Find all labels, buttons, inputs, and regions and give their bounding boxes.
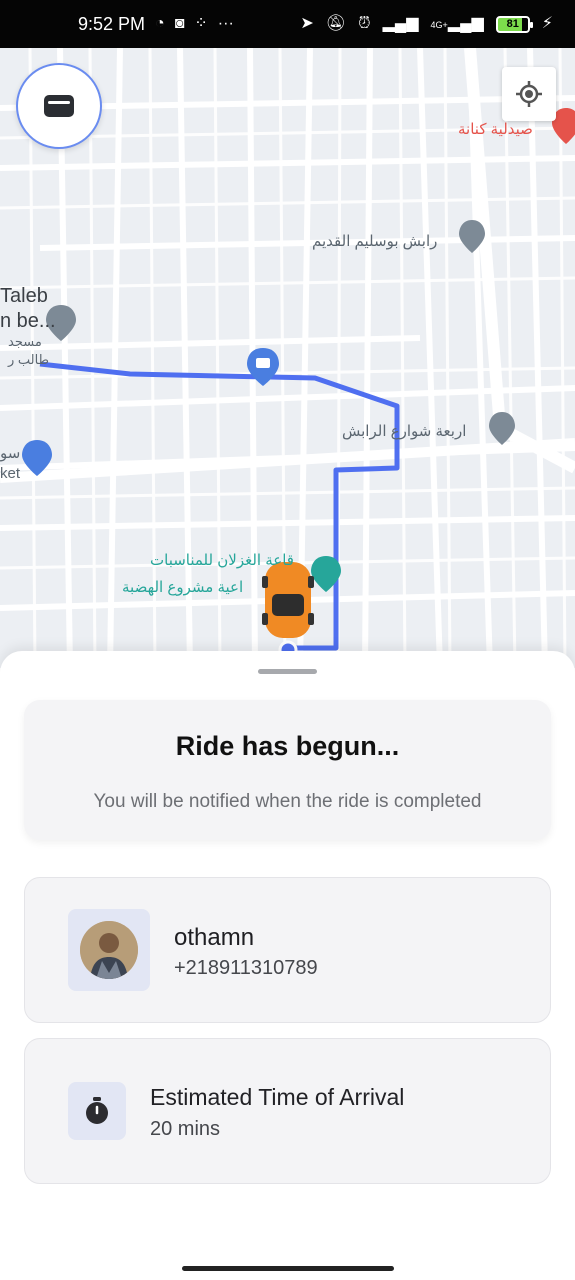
ride-status-card: Ride has begun... You will be notified w…	[24, 700, 551, 840]
driver-phone[interactable]: +218911310789	[174, 957, 318, 980]
map-label-mosque-2[interactable]: طالب ر	[8, 352, 49, 368]
map-label-hadaba[interactable]: اعية مشروع الهضبة	[122, 578, 243, 596]
driver-photo	[80, 921, 138, 979]
stopwatch-icon-container	[68, 1082, 126, 1140]
eta-label: Estimated Time of Arrival	[150, 1084, 405, 1110]
status-bar: 9:52 PM ◔ ◙ ⁘ ··· ➤ 🔕︎ ⏰︎ ▂▄▆ 4G+▂▄▆ 81 …	[0, 0, 575, 48]
map-label-pharmacy[interactable]: صيدلية كنانة	[458, 120, 533, 138]
status-right-group: ➤ 🔕︎ ⏰︎ ▂▄▆ 4G+▂▄▆ 81 ⚡	[300, 15, 553, 33]
eta-value: 20 mins	[150, 1118, 221, 1140]
status-time: 9:52 PM	[78, 13, 146, 34]
map-label-rabash-old[interactable]: رابش بوسليم القديم	[312, 232, 437, 250]
signal-icon: ▂▄▆	[382, 15, 419, 32]
sheet-drag-handle[interactable]	[258, 669, 317, 674]
gesture-navigation-bar[interactable]	[182, 1266, 394, 1271]
game-controller-icon: ◙	[174, 15, 185, 32]
map-label-four-streets[interactable]: اربعة شوارع الرابش	[342, 422, 466, 440]
navigation-icon: ➤	[300, 15, 314, 32]
whatsapp-icon: ◔	[155, 15, 165, 32]
map-canvas	[0, 48, 575, 668]
map-label-supermarket-1[interactable]: سو	[0, 444, 20, 462]
map-label-taleb-1[interactable]: Taleb	[0, 285, 48, 308]
more-icon: ···	[217, 15, 234, 32]
driver-avatar	[80, 921, 138, 979]
wallet-icon	[44, 95, 74, 117]
stopwatch-icon	[86, 1097, 108, 1124]
driver-card[interactable]: othamn +218911310789	[24, 877, 551, 1023]
wallet-button[interactable]	[16, 63, 102, 149]
alarm-icon: ⏰︎	[358, 15, 371, 32]
settings-dots-icon: ⁘	[194, 15, 208, 32]
status-left-group: 9:52 PM ◔ ◙ ⁘ ···	[78, 14, 234, 35]
network-label: 4G+	[430, 20, 448, 30]
map-label-taleb-2[interactable]: n be...	[0, 310, 56, 333]
map-label-ghezlan[interactable]: قاعة الغزلان للمناسبات	[150, 551, 294, 569]
charging-icon: ⚡	[541, 15, 553, 32]
avatar-container	[68, 909, 150, 991]
driver-name: othamn	[174, 924, 255, 951]
map-view[interactable]: صيدلية كنانة رابش بوسليم القديم Taleb n …	[0, 48, 575, 668]
eta-card: Estimated Time of Arrival 20 mins	[24, 1038, 551, 1184]
map-label-mosque-1[interactable]: مسجد	[8, 334, 42, 350]
my-location-button[interactable]	[502, 67, 556, 121]
ride-bottom-sheet: Ride has begun... You will be notified w…	[0, 651, 575, 1280]
map-label-supermarket-2[interactable]: ket	[0, 465, 20, 482]
mute-icon: 🔕︎	[325, 15, 347, 32]
4g-signal-icon: 4G+▂▄▆	[430, 15, 484, 32]
battery-level: 81	[506, 18, 519, 30]
my-location-icon	[516, 81, 542, 107]
battery-icon: 81	[495, 15, 533, 33]
ride-status-title: Ride has begun...	[175, 731, 400, 761]
ride-status-subtitle: You will be notified when the ride is co…	[93, 791, 482, 812]
car-marker-icon	[262, 562, 314, 638]
